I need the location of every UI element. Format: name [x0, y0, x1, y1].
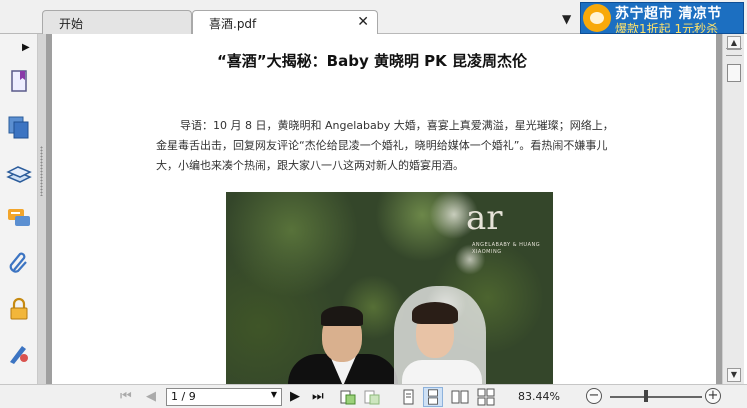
comments-icon[interactable] [6, 206, 32, 232]
zoom-slider-thumb[interactable] [644, 390, 648, 402]
tab-document[interactable]: 喜酒.pdf ✕ [192, 10, 378, 35]
split-handle-icon[interactable] [726, 48, 742, 56]
bride-hair [412, 302, 458, 324]
page-dropdown-icon[interactable]: ▼ [271, 390, 277, 399]
tab-start-label: 开始 [59, 17, 84, 31]
next-view-icon[interactable] [362, 387, 382, 407]
continuous-facing-view-icon[interactable] [476, 387, 496, 407]
pdf-page: “喜酒”大揭秘：Baby 黄晓明 PK 昆凌周杰伦 导语：10 月 8 日，黄晓… [52, 34, 716, 384]
previous-view-icon[interactable] [338, 387, 358, 407]
single-page-view-icon[interactable] [398, 387, 418, 407]
page-number-value: 1 / 9 [171, 390, 196, 403]
photo-background [226, 192, 553, 384]
tab-document-label: 喜酒.pdf [209, 17, 257, 31]
photo-caption: ANGELABABY & HUANG XIAOMING [472, 242, 541, 255]
bride-dress [402, 360, 482, 384]
zoom-out-button[interactable]: − [586, 388, 602, 404]
page-number-input[interactable]: 1 / 9 ▼ [166, 388, 282, 406]
vertical-scrollbar[interactable]: ▲ ▼ [722, 34, 744, 384]
scroll-down-button[interactable]: ▼ [727, 368, 741, 382]
signatures-icon[interactable] [6, 340, 32, 366]
panel-splitter[interactable] [38, 34, 46, 384]
ad-subline: 爆款1折起 1元秒杀 [615, 22, 719, 34]
security-icon[interactable] [6, 296, 32, 322]
last-page-icon[interactable]: ⏭ [312, 389, 324, 404]
facing-view-icon[interactable] [450, 387, 470, 407]
left-toolbar: ▶ [0, 34, 38, 384]
scroll-thumb[interactable] [727, 64, 741, 82]
zoom-slider[interactable] [610, 396, 702, 398]
ad-banner[interactable]: 苏宁超市 清凉节 爆款1折起 1元秒杀 [580, 2, 744, 34]
lion-logo-icon [583, 4, 611, 32]
layers-icon[interactable] [6, 162, 32, 188]
wedding-photo: ar ANGELABABY & HUANG XIAOMING [226, 192, 553, 384]
document-view: “喜酒”大揭秘：Baby 黄晓明 PK 昆凌周杰伦 导语：10 月 8 日，黄晓… [46, 34, 722, 384]
prev-page-icon[interactable]: ◀ [146, 389, 156, 404]
splitter-grip [40, 146, 43, 196]
close-icon[interactable]: ✕ [357, 14, 369, 30]
groom-hair [321, 306, 363, 326]
document-title: “喜酒”大揭秘：Baby 黄晓明 PK 昆凌周杰伦 [216, 52, 528, 70]
next-page-icon[interactable]: ▶ [290, 389, 300, 404]
attachments-icon[interactable] [6, 250, 32, 276]
tab-start[interactable]: 开始 [42, 10, 192, 34]
document-intro: 导语：10 月 8 日，黄晓明和 Angelababy 大婚，喜宴上真爱满溢，星… [156, 119, 614, 172]
photo-logo-text: ar [466, 198, 503, 238]
first-page-icon[interactable]: ⏮ [120, 389, 132, 404]
status-bar: ⏮ ◀ 1 / 9 ▼ ▶ ⏭ 83.44% − + [0, 384, 747, 408]
zoom-in-button[interactable]: + [705, 388, 721, 404]
continuous-view-icon[interactable] [423, 387, 443, 407]
bookmarks-icon[interactable] [6, 68, 32, 94]
expand-panel-icon[interactable]: ▶ [22, 42, 30, 53]
tab-menu-dropdown-icon[interactable]: ▼ [562, 12, 571, 26]
pages-icon[interactable] [6, 114, 32, 140]
zoom-level[interactable]: 83.44% [518, 390, 560, 403]
